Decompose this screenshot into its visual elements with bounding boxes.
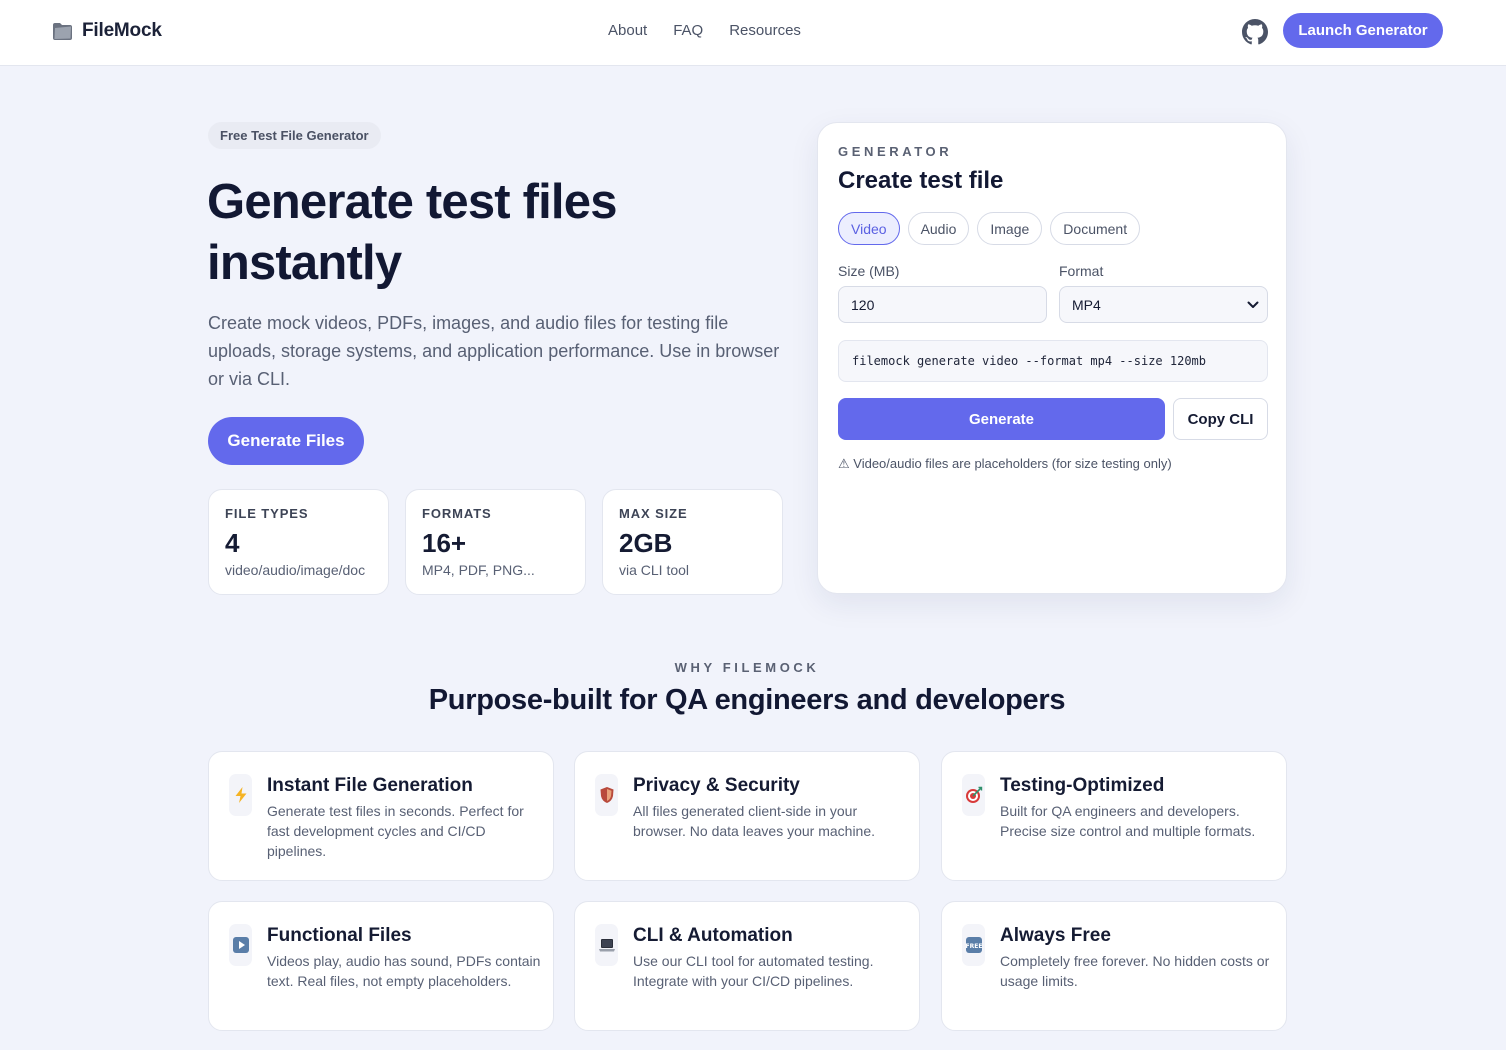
feature-title: Testing-Optimized xyxy=(1000,775,1165,796)
generator-eyebrow: GENERATOR xyxy=(838,144,953,159)
feature-title: Privacy & Security xyxy=(633,775,800,796)
feature-description: Completely free forever. No hidden costs… xyxy=(1000,953,1270,989)
stat-label: MAX SIZE xyxy=(619,506,688,521)
size-input[interactable] xyxy=(838,286,1047,323)
lightning-icon xyxy=(229,774,252,816)
stat-value: 4 xyxy=(225,528,240,558)
feature-card-cli: CLI & Automation Use our CLI tool for au… xyxy=(574,901,920,1031)
top-nav: FileMock About FAQ Resources Launch Gene… xyxy=(0,0,1506,66)
svg-text:FREE: FREE xyxy=(965,943,982,950)
format-label: Format xyxy=(1059,263,1104,279)
hero-description: Create mock videos, PDFs, images, and au… xyxy=(208,313,780,389)
feature-description: All files generated client-side in your … xyxy=(633,803,876,839)
stat-card-formats: FORMATS 16+ MP4, PDF, PNG... xyxy=(405,489,586,595)
feature-description: Built for QA engineers and developers. P… xyxy=(1000,803,1256,839)
nav-link-faq[interactable]: FAQ xyxy=(673,22,703,39)
feature-description: Use our CLI tool for automated testing. … xyxy=(633,953,874,989)
chevron-down-icon xyxy=(1239,286,1267,323)
tab-audio[interactable]: Audio xyxy=(907,212,970,245)
feature-description: Videos play, audio has sound, PDFs conta… xyxy=(267,953,541,989)
hero-title: Generate test files instantly xyxy=(207,175,617,290)
stat-sub: video/audio/image/doc xyxy=(225,562,366,578)
stat-label: FORMATS xyxy=(422,506,492,521)
feature-card-privacy: Privacy & Security All files generated c… xyxy=(574,751,920,881)
launch-generator-button[interactable]: Launch Generator xyxy=(1283,13,1443,48)
size-label: Size (MB) xyxy=(838,263,900,279)
target-icon xyxy=(962,774,985,816)
tab-video[interactable]: Video xyxy=(838,212,900,245)
copy-cli-button[interactable]: Copy CLI xyxy=(1173,398,1268,440)
generate-button[interactable]: Generate xyxy=(838,398,1165,440)
nav-links: About FAQ Resources xyxy=(608,22,801,39)
stat-label: FILE TYPES xyxy=(225,506,309,521)
github-icon[interactable] xyxy=(1242,19,1268,45)
nav-link-about[interactable]: About xyxy=(608,22,647,39)
generate-files-button[interactable]: Generate Files xyxy=(208,417,364,465)
folder-icon xyxy=(52,22,73,41)
stat-sub: MP4, PDF, PNG... xyxy=(422,562,535,578)
hero-badge: Free Test File Generator xyxy=(208,122,381,149)
feature-card-testing: Testing-Optimized Built for QA engineers… xyxy=(941,751,1287,881)
feature-card-free: FREE Always Free Completely free forever… xyxy=(941,901,1287,1031)
generator-card: GENERATOR Create test file Video Audio I… xyxy=(817,122,1287,594)
stat-sub: via CLI tool xyxy=(619,562,690,578)
nav-link-resources[interactable]: Resources xyxy=(729,22,801,39)
laptop-icon xyxy=(595,924,618,966)
tab-document[interactable]: Document xyxy=(1050,212,1141,245)
format-select-value: MP4 xyxy=(1072,296,1101,313)
feature-card-instant: Instant File Generation Generate test fi… xyxy=(208,751,554,881)
stat-card-file-types: FILE TYPES 4 video/audio/image/doc xyxy=(208,489,389,595)
feature-title: CLI & Automation xyxy=(633,925,793,946)
shield-icon xyxy=(595,774,618,816)
feature-description: Generate test files in seconds. Perfect … xyxy=(267,803,524,859)
feature-title: Instant File Generation xyxy=(267,775,473,796)
why-eyebrow: WHY FILEMOCK xyxy=(674,660,820,675)
tab-image[interactable]: Image xyxy=(977,212,1043,245)
format-select[interactable]: MP4 xyxy=(1059,286,1268,323)
free-icon: FREE xyxy=(962,924,985,966)
cli-command: filemock generate video --format mp4 --s… xyxy=(838,340,1268,382)
stat-value: 2GB xyxy=(619,528,673,558)
why-title: Purpose-built for QA engineers and devel… xyxy=(428,684,1066,716)
brand-name: FileMock xyxy=(82,20,162,41)
stat-card-max-size: MAX SIZE 2GB via CLI tool xyxy=(602,489,783,595)
play-icon xyxy=(229,924,252,966)
file-type-tabs: Video Audio Image Document xyxy=(838,212,1141,245)
feature-card-functional: Functional Files Videos play, audio has … xyxy=(208,901,554,1031)
brand[interactable]: FileMock xyxy=(52,20,162,42)
feature-title: Functional Files xyxy=(267,925,412,946)
stat-value: 16+ xyxy=(422,528,467,558)
feature-title: Always Free xyxy=(1000,925,1111,946)
generator-title: Create test file xyxy=(838,167,1004,194)
placeholder-warning: ⚠ Video/audio files are placeholders (fo… xyxy=(838,456,1172,471)
